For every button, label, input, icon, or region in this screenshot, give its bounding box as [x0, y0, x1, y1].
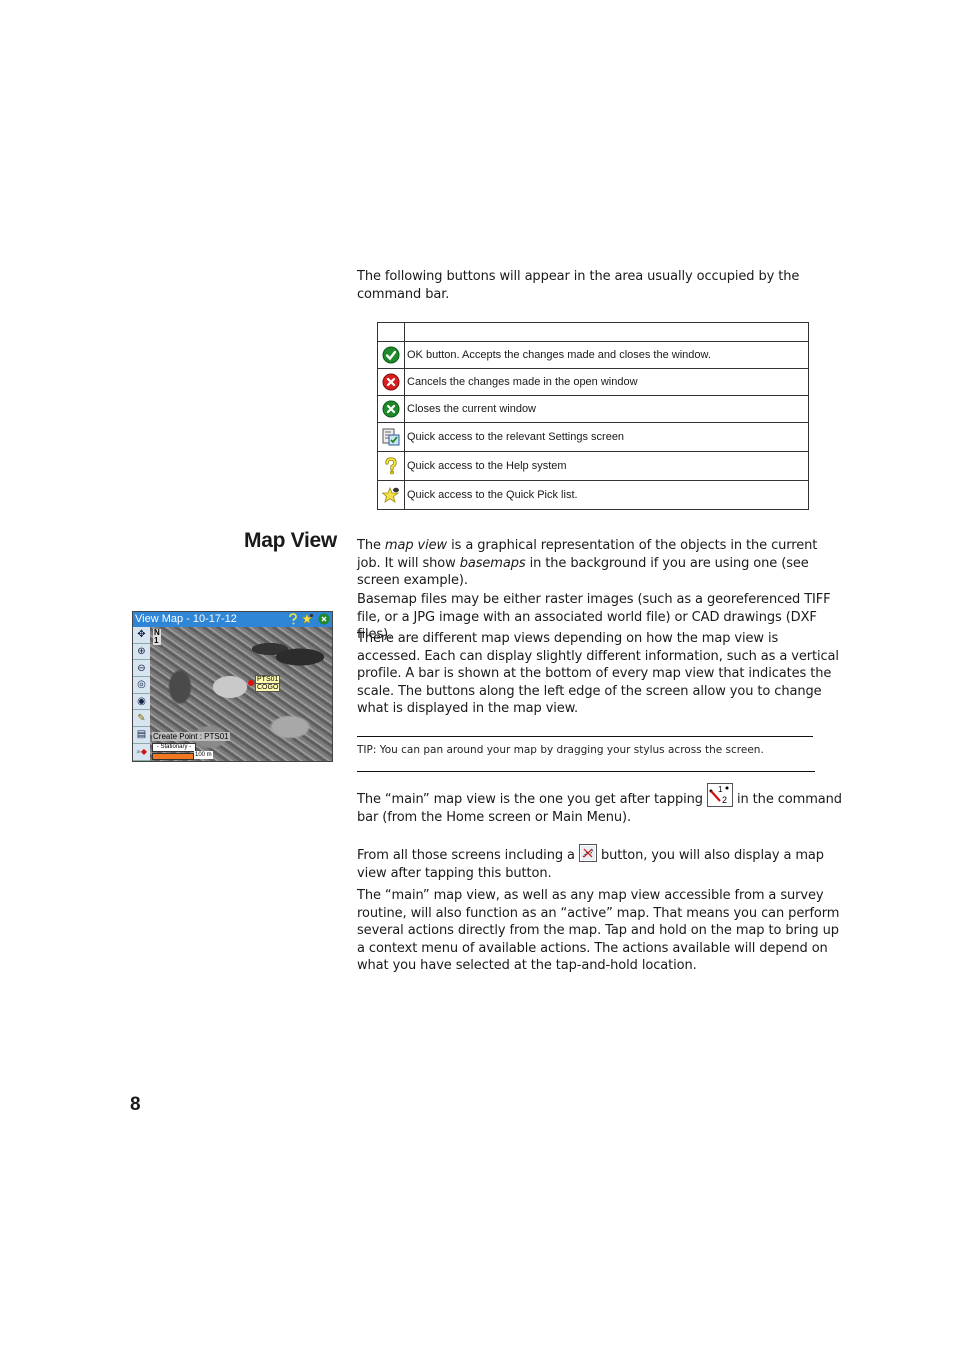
page-number: 8 [130, 1094, 141, 1115]
row-description: Cancels the changes made in the open win… [404, 368, 809, 396]
device-title: View Map - 10-17-12 [135, 613, 237, 625]
table-row: Closes the current window [377, 395, 809, 423]
pan-icon: ✥ [133, 627, 150, 644]
zoom-in-icon: ⊕ [133, 644, 150, 661]
ok-check-icon [382, 346, 400, 364]
p1-term-map-view: map view [384, 538, 448, 553]
svg-text:2: 2 [722, 795, 727, 805]
create-point-status: Create Point : PTS01 [152, 732, 230, 741]
scale-bar [152, 753, 194, 760]
quick-pick-star-icon [302, 613, 314, 625]
settings-icon [382, 428, 400, 446]
table-header-row [377, 322, 809, 342]
close-x-icon [318, 613, 330, 625]
device-title-bar: View Map - 10-17-12 [133, 612, 332, 627]
cancel-x-icon [382, 373, 400, 391]
quick-pick-star-icon [382, 486, 400, 503]
point-marker [248, 680, 254, 686]
more-icon: » ◆ [133, 744, 150, 761]
mode-indicator: - Stationary - [152, 743, 196, 752]
p5-text-a: From all those screens including a [357, 848, 579, 863]
row-description: Quick access to the Quick Pick list. [404, 480, 809, 510]
section-heading: Map View [244, 529, 337, 552]
map-view-screenshot: View Map - 10-17-12 ✥ ⊕ ⊖ ◎ ◉ ✎ ▤ » ◆ N1 … [132, 611, 333, 762]
map-view-paragraph-4: The “main” map view is the one you get a… [357, 782, 842, 826]
point-code: COGO [255, 683, 281, 692]
row-description: OK button. Accepts the changes made and … [404, 341, 809, 369]
table-row: OK button. Accepts the changes made and … [377, 341, 809, 369]
row-description: Quick access to the relevant Settings sc… [404, 422, 809, 452]
tip-rule-bottom [357, 771, 815, 772]
row-description: Quick access to the Help system [404, 451, 809, 481]
row-description: Closes the current window [404, 395, 809, 423]
map-button-icon [578, 843, 597, 862]
zoom-extents-icon: ◉ [133, 694, 150, 711]
tip-rule-top [357, 736, 813, 737]
map-view-paragraph-1: The map view is a graphical representati… [357, 537, 842, 590]
edit-icon: ✎ [133, 710, 150, 728]
table-row: Quick access to the Help system [377, 451, 809, 481]
close-x-icon [382, 400, 400, 418]
map-command-icon: 12 [706, 782, 733, 807]
command-buttons-table: OK button. Accepts the changes made and … [377, 322, 809, 510]
tip-note: TIP: You can pan around your map by drag… [357, 744, 764, 756]
north-number: 1 [154, 636, 159, 645]
device-toolbar: ✥ ⊕ ⊖ ◎ ◉ ✎ ▤ » ◆ [133, 627, 150, 761]
help-question-icon [289, 613, 297, 625]
map-view-paragraph-3: There are different map views depending … [357, 631, 839, 717]
table-row: Quick access to the Quick Pick list. [377, 480, 809, 510]
intro-paragraph: The following buttons will appear in the… [357, 269, 800, 302]
p1-text-a: The [357, 538, 385, 553]
scale-label: 100 m [194, 751, 213, 759]
help-question-icon [385, 457, 397, 475]
header-cell-icon [377, 322, 405, 342]
zoom-window-icon: ◎ [133, 677, 150, 694]
p1-term-basemaps: basemaps [459, 555, 526, 571]
table-row: Cancels the changes made in the open win… [377, 368, 809, 396]
svg-text:1: 1 [718, 785, 723, 794]
map-view-paragraph-5: From all those screens including a butto… [357, 843, 842, 882]
zoom-out-icon: ⊖ [133, 660, 150, 678]
north-arrow: N1 [153, 629, 161, 645]
table-row: Quick access to the relevant Settings sc… [377, 422, 809, 452]
map-view-paragraph-6: The “main” map view, as well as any map … [357, 888, 840, 974]
header-cell-description [404, 322, 809, 342]
p4-text-a: The “main” map view is the one you get a… [357, 792, 707, 807]
layers-icon: ▤ [133, 727, 150, 744]
